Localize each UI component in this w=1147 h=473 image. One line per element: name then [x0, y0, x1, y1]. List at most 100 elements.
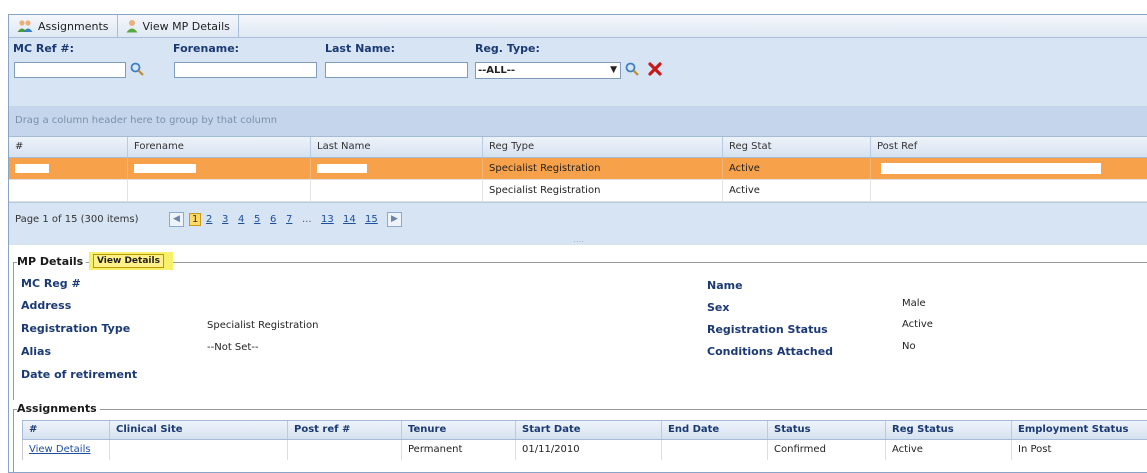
page-link[interactable]: 2	[206, 214, 212, 225]
cell-reg-stat: Active	[722, 180, 870, 201]
divider	[13, 409, 14, 472]
alias-value: --Not Set--	[207, 342, 259, 353]
search-icon[interactable]	[129, 61, 145, 77]
cell-number	[9, 158, 127, 179]
view-details-button[interactable]: View Details	[93, 254, 164, 268]
forename-label: Forename:	[173, 42, 240, 55]
page-link[interactable]: 14	[343, 214, 356, 225]
mc-reg-label: MC Reg #	[21, 277, 81, 290]
page-link[interactable]: 6	[270, 214, 276, 225]
grid-header: # Forename Last Name Reg Type Reg Stat P…	[9, 137, 1147, 158]
column-header-post-ref[interactable]: Post Ref	[870, 137, 1147, 157]
next-page-button[interactable]: ▶	[387, 212, 402, 227]
column-header-reg-stat[interactable]: Reg Stat	[722, 137, 870, 157]
page-ellipsis: ...	[302, 214, 312, 225]
redaction	[317, 164, 367, 173]
mc-ref-input[interactable]	[14, 62, 126, 78]
cell-start-date: 01/11/2010	[515, 440, 661, 460]
cell-last-name	[310, 180, 482, 201]
column-header-tenure[interactable]: Tenure	[401, 421, 515, 439]
column-header-start-date[interactable]: Start Date	[515, 421, 661, 439]
cell-forename	[127, 158, 310, 179]
column-header-number[interactable]: #	[23, 421, 109, 439]
column-header-forename[interactable]: Forename	[127, 137, 310, 157]
cell-last-name	[310, 158, 482, 179]
table-row[interactable]: Specialist Registration Active	[9, 158, 1147, 180]
redaction	[881, 163, 1101, 174]
pager: Page 1 of 15 (300 items) ◀ 1 2 3 4 5 6 7…	[9, 202, 1147, 237]
column-header-reg-type[interactable]: Reg Type	[482, 137, 722, 157]
tab-assignments-label: Assignments	[38, 19, 109, 33]
column-header-post-ref[interactable]: Post ref #	[287, 421, 401, 439]
tab-assignments[interactable]: Assignments	[9, 15, 118, 37]
table-row[interactable]: View Details Permanent 01/11/2010 Confir…	[22, 440, 1147, 460]
divider	[13, 409, 1147, 410]
registration-type-value: Specialist Registration	[207, 320, 319, 331]
divider	[13, 262, 1147, 263]
retirement-label: Date of retirement	[21, 368, 138, 381]
page-link[interactable]: 1	[189, 213, 202, 226]
cell-post-ref	[287, 440, 401, 460]
column-header-last-name[interactable]: Last Name	[310, 137, 482, 157]
user-icon	[126, 20, 137, 33]
column-header-employment-status[interactable]: Employment Status	[1011, 421, 1147, 439]
column-header-reg-status[interactable]: Reg Status	[885, 421, 1011, 439]
column-header-status[interactable]: Status	[767, 421, 885, 439]
search-icon[interactable]	[624, 61, 640, 77]
filter-panel: MC Ref #: Forename: Last Name: Reg. Type…	[9, 38, 1147, 107]
last-name-label: Last Name:	[325, 42, 396, 55]
results-grid: Drag a column header here to group by th…	[9, 106, 1147, 245]
assignments-header: # Clinical Site Post ref # Tenure Start …	[22, 420, 1147, 440]
app-window: Assignments View MP Details MC Ref #: Fo…	[8, 14, 1147, 473]
cell-reg-type: Specialist Registration	[482, 180, 722, 201]
view-details-link[interactable]: View Details	[29, 444, 91, 455]
splitter-handle[interactable]: ....	[9, 236, 1147, 245]
cell-post-ref	[870, 180, 1147, 201]
users-icon	[17, 20, 33, 32]
page-link[interactable]: 15	[365, 214, 378, 225]
pager-summary: Page 1 of 15 (300 items)	[15, 214, 139, 225]
redaction	[134, 164, 196, 173]
assignments-legend: Assignments	[17, 402, 100, 415]
column-header-clinical-site[interactable]: Clinical Site	[109, 421, 287, 439]
mc-ref-label: MC Ref #:	[13, 42, 75, 55]
page-link[interactable]: 13	[321, 214, 334, 225]
page-link[interactable]: 4	[238, 214, 244, 225]
registration-type-label: Registration Type	[21, 322, 131, 335]
last-name-input[interactable]	[325, 62, 468, 78]
cell-reg-type: Specialist Registration	[482, 158, 722, 179]
reg-type-select[interactable]: --ALL-- ▼	[475, 62, 621, 79]
page-link[interactable]: 3	[222, 214, 228, 225]
cell-link: View Details	[23, 440, 109, 460]
registration-status-value: Active	[902, 319, 933, 330]
cell-status: Confirmed	[767, 440, 885, 460]
cell-end-date	[661, 440, 767, 460]
cell-employment-status: In Post	[1011, 440, 1147, 460]
divider	[13, 262, 14, 400]
registration-status-label: Registration Status	[707, 323, 828, 336]
cell-tenure: Permanent	[401, 440, 515, 460]
clear-icon[interactable]	[647, 61, 663, 77]
cell-reg-stat: Active	[722, 158, 870, 179]
conditions-attached-label: Conditions Attached	[707, 345, 834, 358]
top-edge	[0, 0, 1147, 14]
chevron-down-icon: ▼	[610, 65, 617, 75]
column-header-end-date[interactable]: End Date	[661, 421, 767, 439]
name-label: Name	[707, 279, 743, 292]
conditions-attached-value: No	[902, 341, 916, 352]
forename-input[interactable]	[174, 62, 317, 78]
assignments-panel: Assignments # Clinical Site Post ref # T…	[9, 402, 1147, 472]
tab-view-mp-details-label: View MP Details	[142, 19, 230, 33]
tab-view-mp-details[interactable]: View MP Details	[118, 15, 239, 37]
page-link[interactable]: 7	[286, 214, 292, 225]
sex-label: Sex	[707, 301, 730, 314]
page-link[interactable]: 5	[254, 214, 260, 225]
prev-page-button[interactable]: ◀	[169, 212, 184, 227]
column-header-number[interactable]: #	[9, 137, 127, 157]
cell-post-ref	[870, 158, 1147, 179]
cell-number	[9, 180, 127, 201]
sex-value: Male	[902, 298, 926, 309]
mp-details-legend: MP Details	[17, 255, 87, 268]
table-row[interactable]: Specialist Registration Active	[9, 180, 1147, 202]
group-panel[interactable]: Drag a column header here to group by th…	[9, 106, 1147, 137]
